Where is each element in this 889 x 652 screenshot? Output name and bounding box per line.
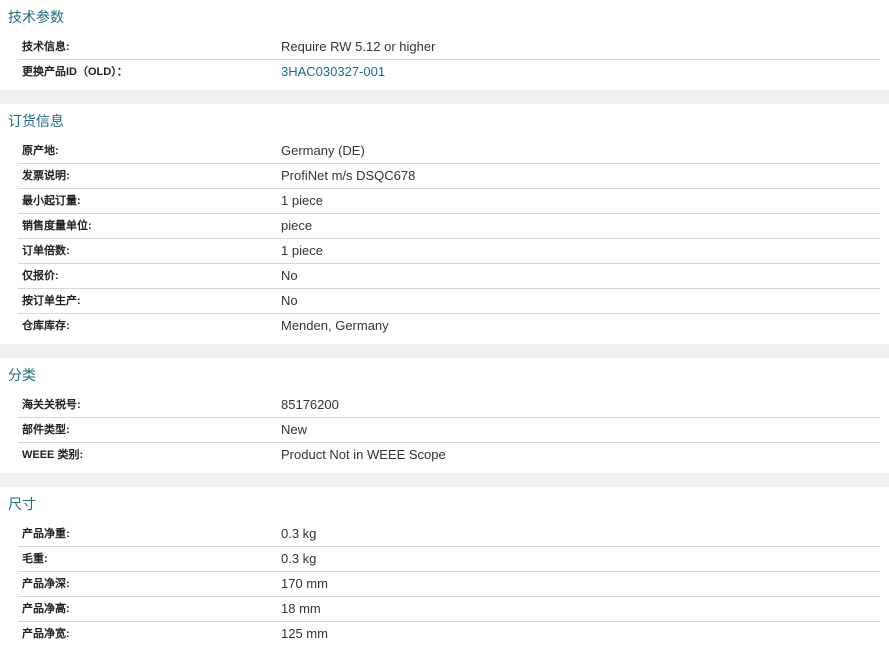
spec-value: Require RW 5.12 or higher: [281, 39, 436, 54]
spec-label: 产品净重:: [22, 528, 70, 540]
section-divider: [0, 90, 889, 104]
spec-value: 18 mm: [281, 601, 321, 616]
spec-row: 海关关税号: 85176200: [18, 393, 880, 418]
spec-value: New: [281, 422, 308, 437]
section-divider: [0, 473, 889, 487]
spec-value: Menden, Germany: [281, 318, 389, 333]
spec-value: Product Not in WEEE Scope: [281, 447, 446, 462]
spec-label: 销售度量单位:: [22, 220, 92, 232]
spec-value: No: [281, 293, 298, 308]
spec-value: 85176200: [281, 397, 339, 412]
spec-row: 更换产品ID（OLD）： 3HAC030327-001: [18, 60, 880, 84]
spec-label: WEEE 类别:: [22, 449, 84, 461]
spec-label: 产品净宽:: [22, 628, 70, 640]
spec-row: 发票说明: ProfiNet m/s DSQC678: [18, 164, 880, 189]
section-title-technical: 技术参数: [8, 9, 64, 25]
section-divider: [0, 344, 889, 358]
spec-row: 产品净深: 170 mm: [18, 572, 880, 597]
spec-label: 产品净高:: [22, 603, 70, 615]
spec-value: 170 mm: [281, 576, 328, 591]
spec-value: 1 piece: [281, 243, 323, 258]
section-title-classification: 分类: [8, 367, 36, 383]
section-title-dimensions: 尺寸: [8, 496, 36, 512]
spec-row: 毛重: 0.3 kg: [18, 547, 880, 572]
spec-label: 原产地:: [22, 145, 59, 157]
spec-label: 发票说明:: [22, 170, 70, 182]
spec-row: 仅报价: No: [18, 264, 880, 289]
spec-label: 海关关税号:: [22, 399, 81, 411]
spec-list-technical: 技术信息: Require RW 5.12 or higher 更换产品ID（O…: [0, 35, 889, 90]
spec-value: No: [281, 268, 298, 283]
spec-value: Germany (DE): [281, 143, 365, 158]
spec-row: 原产地: Germany (DE): [18, 139, 880, 164]
spec-row: 按订单生产: No: [18, 289, 880, 314]
section-dimensions: 尺寸 产品净重: 0.3 kg 毛重: 0.3 kg 产品净深: 170 mm …: [0, 487, 889, 652]
spec-value: 1 piece: [281, 193, 323, 208]
spec-label: 仓库库存:: [22, 320, 70, 332]
spec-row: 产品净宽: 125 mm: [18, 622, 880, 646]
spec-label: 技术信息:: [22, 41, 70, 53]
spec-row: 技术信息: Require RW 5.12 or higher: [18, 35, 880, 60]
spec-row: 仓库库存: Menden, Germany: [18, 314, 880, 338]
section-ordering: 订货信息 原产地: Germany (DE) 发票说明: ProfiNet m/…: [0, 104, 889, 344]
spec-row: 产品净高: 18 mm: [18, 597, 880, 622]
section-title-ordering: 订货信息: [8, 113, 64, 129]
spec-label: 部件类型:: [22, 424, 70, 436]
spec-row: 订单倍数: 1 piece: [18, 239, 880, 264]
spec-label: 最小起订量:: [22, 195, 81, 207]
spec-row: 部件类型: New: [18, 418, 880, 443]
spec-list-ordering: 原产地: Germany (DE) 发票说明: ProfiNet m/s DSQ…: [0, 139, 889, 344]
spec-label: 毛重:: [22, 553, 48, 565]
spec-row: 销售度量单位: piece: [18, 214, 880, 239]
spec-label: 更换产品ID（OLD）：: [22, 66, 128, 78]
section-technical: 技术参数 技术信息: Require RW 5.12 or higher 更换产…: [0, 0, 889, 90]
spec-row: 产品净重: 0.3 kg: [18, 522, 880, 547]
spec-row: WEEE 类别: Product Not in WEEE Scope: [18, 443, 880, 467]
spec-value: piece: [281, 218, 313, 233]
spec-label: 仅报价:: [22, 270, 59, 282]
spec-value: 125 mm: [281, 626, 328, 641]
spec-value: 0.3 kg: [281, 526, 317, 541]
spec-label: 按订单生产:: [22, 295, 81, 307]
spec-list-classification: 海关关税号: 85176200 部件类型: New WEEE 类别: Produ…: [0, 393, 889, 473]
spec-value: ProfiNet m/s DSQC678: [281, 168, 416, 183]
spec-row: 最小起订量: 1 piece: [18, 189, 880, 214]
section-classification: 分类 海关关税号: 85176200 部件类型: New WEEE 类别: Pr…: [0, 358, 889, 473]
replacement-product-link[interactable]: 3HAC030327-001: [281, 60, 385, 84]
spec-label: 订单倍数:: [22, 245, 70, 257]
spec-list-dimensions: 产品净重: 0.3 kg 毛重: 0.3 kg 产品净深: 170 mm 产品净…: [0, 522, 889, 652]
spec-value: 0.3 kg: [281, 551, 317, 566]
spec-label: 产品净深:: [22, 578, 70, 590]
